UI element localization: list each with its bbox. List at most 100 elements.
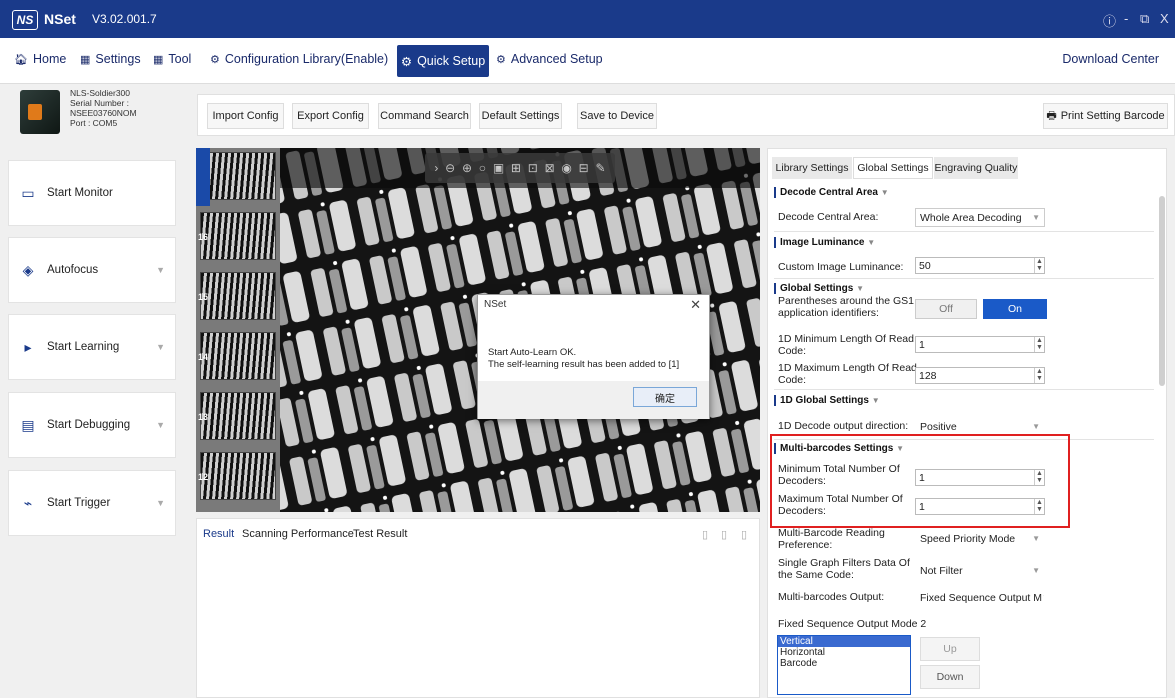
decode-central-select[interactable]: Whole Area Decoding ▼ [915, 208, 1045, 227]
start-trigger-button[interactable]: ⌁ Start Trigger ▼ [8, 470, 176, 536]
section-1d-global[interactable]: 1D Global Settings ▼ [774, 395, 880, 406]
menu-advanced-setup[interactable]: ⚙ Advanced Setup [496, 52, 603, 66]
filter-same-code-select[interactable]: Not Filter ▼ [915, 561, 1045, 580]
reading-preference-label: Multi-Barcode Reading Preference: [778, 527, 885, 551]
1d-max-length-stepper[interactable]: 128 ▲ ▼ [915, 367, 1045, 384]
grid-icon[interactable]: ⊞ [511, 161, 521, 175]
menu-quick-setup[interactable]: ⚙ Quick Setup [397, 45, 489, 77]
menu-home[interactable]: 🏠︎ Home [14, 52, 66, 66]
stepper-arrows-icon[interactable]: ▲ ▼ [1034, 337, 1044, 352]
thumbnail-item[interactable] [200, 452, 276, 500]
section-image-luminance[interactable]: Image Luminance ▼ [774, 237, 875, 248]
edit-icon[interactable]: ✎ [595, 161, 605, 175]
auto-learn-dialog: NSet ✕ Start Auto-Learn OK. The self-lea… [477, 294, 710, 419]
section-global-settings[interactable]: Global Settings ▼ [774, 283, 864, 294]
rotate-icon[interactable]: ○ [479, 161, 486, 175]
multi-output-select[interactable]: Fixed Sequence Output M▼ [915, 588, 1045, 607]
reading-preference-select[interactable]: Speed Priority Mode ▼ [915, 529, 1045, 548]
list-item[interactable]: Barcode [778, 658, 910, 669]
tab-engraving-quality[interactable]: Engraving Quality [934, 157, 1018, 179]
grid-icon: ▦ [153, 53, 164, 66]
start-learning-button[interactable]: ▸ Start Learning ▼ [8, 314, 176, 380]
stepper-arrows-icon[interactable]: ▲ ▼ [1034, 368, 1044, 383]
crop-icon[interactable]: ⊡ [528, 161, 538, 175]
filter-same-code-label: Single Graph Filters Data Of the Same Co… [778, 557, 910, 581]
menu-config-library[interactable]: ⚙ Configuration Library(Enable) [210, 52, 388, 66]
thumbnail-item[interactable] [200, 392, 276, 440]
menu-tool-label: Tool [168, 52, 192, 66]
thumbnail-item[interactable] [200, 332, 276, 380]
save-to-device-button[interactable]: Save to Device [577, 103, 657, 129]
trigger-icon: ⌁ [23, 494, 33, 511]
save-image-icon[interactable]: ⊟ [579, 161, 589, 175]
tab-result[interactable]: Result [203, 528, 234, 540]
export-config-button[interactable]: Export Config [292, 103, 369, 129]
divider [774, 231, 1154, 232]
chevron-down-icon: ▼ [867, 238, 876, 247]
chevron-down-icon: ▼ [871, 396, 880, 405]
toggle-on[interactable]: On [983, 299, 1047, 319]
list-item[interactable]: Horizontal [778, 647, 910, 658]
print-barcode-button[interactable]: 🖶 Print Setting Barcode [1043, 103, 1168, 129]
luminance-stepper[interactable]: 50 ▲ ▼ [915, 257, 1045, 274]
device-panel: NLS-Soldier300 Serial Number : NSEE03760… [0, 84, 192, 148]
fit-icon[interactable]: ▣ [493, 161, 504, 175]
device-info: NLS-Soldier300 Serial Number : NSEE03760… [70, 88, 137, 128]
serial-label: Serial Number : [70, 98, 130, 108]
stepper-arrows-icon[interactable]: ▲ ▼ [1034, 258, 1044, 273]
minimize-button[interactable]: - [1124, 11, 1128, 26]
close-button[interactable]: X [1160, 11, 1169, 26]
app-name: NSet [44, 11, 76, 27]
tab-scanning-performance[interactable]: Scanning Performance [242, 528, 354, 540]
snapshot-icon[interactable]: ⊠ [545, 161, 555, 175]
list-item[interactable]: Vertical [778, 636, 910, 647]
copy-icon[interactable]: ▯ [721, 528, 727, 541]
output-order-list[interactable]: Vertical Horizontal Barcode [777, 635, 911, 695]
start-trigger-label: Start Trigger [47, 497, 111, 509]
tab-global-settings[interactable]: Global Settings [853, 157, 933, 179]
thumbnail-number: 15 [198, 292, 209, 302]
up-button[interactable]: Up [920, 637, 980, 661]
debug-icon: ▤ [21, 416, 35, 433]
record-icon[interactable]: ◉ [561, 161, 571, 175]
section-label: Image Luminance [780, 237, 865, 248]
start-monitor-button[interactable]: ▭ Start Monitor [8, 160, 176, 226]
thumbnail-item[interactable] [200, 212, 276, 260]
menu-settings[interactable]: ▦ Settings [80, 52, 141, 66]
toggle-off[interactable]: Off [915, 299, 977, 319]
restore-button[interactable]: ⧉ [1140, 11, 1149, 27]
section-decode-central[interactable]: Decode Central Area ▼ [774, 187, 889, 198]
down-button[interactable]: Down [920, 665, 980, 689]
device-image [20, 90, 60, 134]
close-icon[interactable]: ✕ [690, 297, 701, 313]
settings-scrollbar[interactable] [1159, 196, 1165, 386]
start-debugging-button[interactable]: ▤ Start Debugging ▼ [8, 392, 176, 458]
download-center-link[interactable]: Download Center [1062, 52, 1159, 66]
1d-min-length-stepper[interactable]: 1 ▲ ▼ [915, 336, 1045, 353]
section-label: Global Settings [780, 283, 854, 294]
selected-thumbnail-marker [196, 148, 210, 206]
menu-config-label: Configuration Library(Enable) [224, 52, 389, 66]
tab-test-result[interactable]: Test Result [353, 528, 407, 540]
expand-icon[interactable]: › [434, 161, 438, 175]
default-settings-button[interactable]: Default Settings [479, 103, 562, 129]
clear-icon[interactable]: ▯ [702, 528, 708, 541]
zoom-out-icon[interactable]: ⊖ [445, 161, 455, 175]
import-config-button[interactable]: Import Config [207, 103, 284, 129]
autofocus-button[interactable]: ◈ Autofocus ▼ [8, 237, 176, 303]
tab-library-settings[interactable]: Library Settings [772, 157, 852, 179]
command-search-button[interactable]: Command Search [378, 103, 471, 129]
thumbnail-item[interactable] [200, 152, 276, 200]
zoom-in-icon[interactable]: ⊕ [462, 161, 472, 175]
stepper-value: 128 [919, 370, 937, 382]
thumbnail-item[interactable] [200, 272, 276, 320]
select-value: Speed Priority Mode [920, 532, 1016, 545]
menu-tool[interactable]: ▦ Tool [153, 52, 191, 66]
select-value: Not Filter [920, 564, 963, 577]
image-toolbar: › ⊖ ⊕ ○ ▣ ⊞ ⊡ ⊠ ◉ ⊟ ✎ [425, 153, 615, 183]
menu-settings-label: Settings [95, 52, 141, 66]
info-icon[interactable]: ⓘ [1103, 11, 1116, 30]
ok-button[interactable]: 确定 [633, 387, 697, 407]
dialog-message: Start Auto-Learn OK. The self-learning r… [488, 347, 679, 371]
export-icon[interactable]: ▯ [741, 528, 747, 541]
